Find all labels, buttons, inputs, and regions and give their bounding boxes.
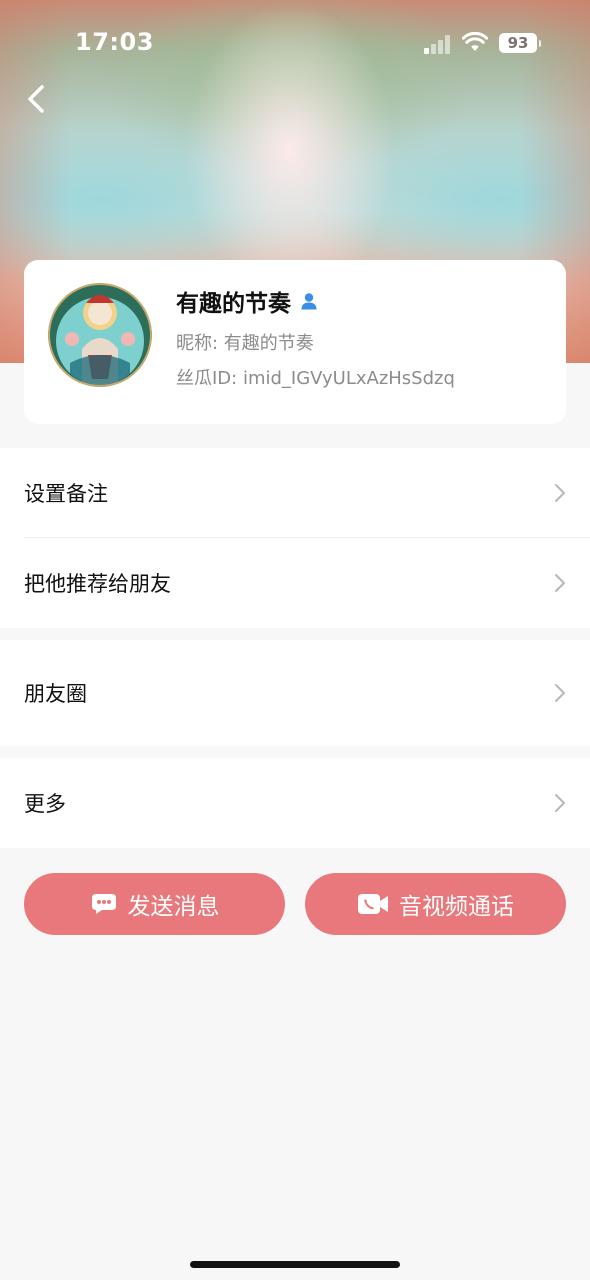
video-call-label: 音视频通话 [399, 894, 514, 920]
set-remark-label: 设置备注 [24, 482, 108, 506]
send-message-button[interactable]: 发送消息 [24, 873, 285, 935]
profile-id: 丝瓜ID: imid_IGVyULxAzHsSdzq [176, 368, 455, 389]
profile-card: 有趣的节奏 昵称: 有趣的节奏 丝瓜ID: imid_IGVyULxAzHsSd… [24, 260, 566, 424]
more-label: 更多 [24, 792, 66, 816]
profile-nickname: 昵称: 有趣的节奏 [176, 333, 314, 354]
home-indicator [190, 1261, 400, 1268]
chevron-right-icon [555, 484, 565, 502]
wifi-icon [462, 32, 488, 51]
recommend-friend-label: 把他推荐给朋友 [24, 572, 171, 596]
video-call-icon [358, 894, 388, 914]
profile-name: 有趣的节奏 [176, 291, 291, 317]
video-call-button[interactable]: 音视频通话 [305, 873, 566, 935]
chevron-right-icon [555, 574, 565, 592]
chevron-right-icon [555, 794, 565, 812]
recommend-friend-row[interactable]: 把他推荐给朋友 [0, 538, 590, 628]
moments-label: 朋友圈 [24, 682, 87, 706]
chevron-right-icon [555, 684, 565, 702]
person-icon [301, 293, 317, 310]
chat-bubble-icon [91, 894, 116, 914]
avatar[interactable] [48, 283, 152, 387]
moments-row[interactable]: 朋友圈 [0, 640, 590, 746]
more-row[interactable]: 更多 [0, 758, 590, 848]
status-time: 17:03 [75, 28, 154, 56]
set-remark-row[interactable]: 设置备注 [0, 448, 590, 538]
cellular-signal-icon [424, 34, 452, 54]
chevron-left-icon[interactable] [22, 82, 52, 116]
battery-indicator: 93 [499, 33, 541, 53]
send-message-label: 发送消息 [127, 894, 220, 920]
